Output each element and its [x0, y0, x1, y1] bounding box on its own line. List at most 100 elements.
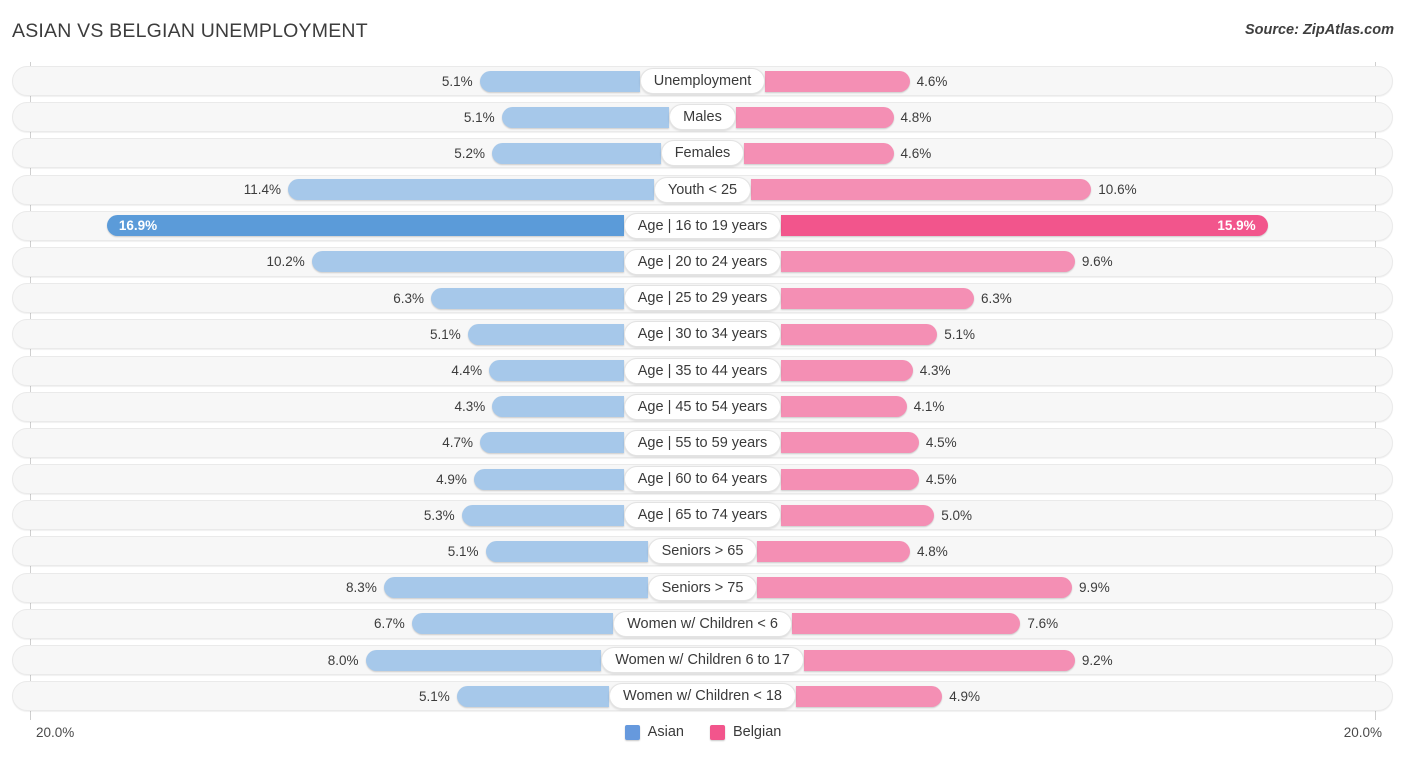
row-right-side: 4.3%	[781, 360, 1393, 381]
bar-belgian	[791, 613, 1021, 635]
value-label-belgian: 9.6%	[1081, 254, 1113, 270]
row-lane: 4.4% Age | 35 to 44 years 4.3%	[12, 356, 1393, 386]
row-right-side: 9.2%	[803, 649, 1393, 671]
chart-row: 5.1% Seniors > 65 4.8%	[0, 534, 1406, 570]
chart-row: 11.4% Youth < 25 10.6%	[0, 173, 1406, 209]
value-label-asian: 4.7%	[442, 435, 473, 451]
value-label-asian: 4.9%	[436, 471, 467, 487]
bar-asian	[383, 577, 648, 599]
chart-row: 4.3% Age | 45 to 54 years 4.1%	[0, 390, 1406, 426]
value-label-belgian: 4.3%	[919, 363, 951, 378]
row-left-side: 8.3%	[12, 577, 648, 599]
value-label-belgian: 4.9%	[949, 688, 980, 704]
row-right-side: 4.6%	[744, 142, 1393, 164]
bar-asian	[288, 179, 654, 201]
row-right-side: 6.3%	[781, 287, 1393, 309]
row-right-side: 4.5%	[781, 432, 1393, 454]
page-title: ASIAN VS BELGIAN UNEMPLOYMENT	[12, 20, 368, 42]
chart-page: ASIAN VS BELGIAN UNEMPLOYMENT Source: Zi…	[0, 0, 1406, 757]
row-lane: 4.3% Age | 45 to 54 years 4.1%	[12, 392, 1393, 422]
value-label-asian: 5.1%	[447, 543, 479, 559]
legend-item[interactable]: Asian	[624, 724, 684, 740]
bar-asian	[456, 685, 610, 707]
value-label-asian: 16.9%	[118, 218, 158, 234]
row-right-side: 5.0%	[781, 504, 1393, 526]
bar-belgian	[803, 649, 1075, 671]
row-category-label: Seniors > 65	[647, 538, 758, 565]
value-label-asian: 8.3%	[346, 580, 377, 596]
row-category-label: Age | 25 to 29 years	[623, 285, 782, 312]
bar-belgian: 15.9%	[781, 215, 1268, 237]
value-label-asian: 5.1%	[419, 688, 450, 704]
row-category-label: Women w/ Children 6 to 17	[601, 647, 804, 673]
row-lane: 5.1% Unemployment 4.6%	[12, 66, 1393, 96]
value-label-asian: 4.3%	[454, 399, 486, 415]
value-label-belgian: 4.5%	[925, 471, 957, 487]
row-lane: 5.1% Women w/ Children < 18 4.9%	[12, 681, 1393, 711]
row-left-side: 5.1%	[12, 540, 648, 562]
chart-row: 6.7% Women w/ Children < 6 7.6%	[0, 607, 1406, 643]
row-lane: 16.9% Age | 16 to 19 years 15.9%	[12, 211, 1393, 241]
bar-belgian	[744, 142, 894, 164]
row-left-side: 8.0%	[12, 649, 602, 671]
row-lane: 5.1% Males 4.8%	[12, 102, 1393, 132]
row-category-label: Women w/ Children < 6	[613, 610, 792, 637]
bar-belgian	[781, 251, 1075, 273]
chart-row: 4.9% Age | 60 to 64 years 4.5%	[0, 462, 1406, 498]
row-right-side: 4.5%	[781, 468, 1393, 490]
row-category-label: Youth < 25	[653, 176, 752, 203]
value-label-belgian: 4.5%	[925, 435, 957, 451]
chart-row: 10.2% Age | 20 to 24 years 9.6%	[0, 245, 1406, 281]
row-category-label: Unemployment	[639, 68, 766, 94]
chart-row: 4.7% Age | 55 to 59 years 4.5%	[0, 426, 1406, 462]
value-label-belgian: 4.6%	[916, 73, 948, 89]
legend-item[interactable]: Belgian	[709, 724, 781, 740]
row-lane: 5.1% Age | 30 to 34 years 5.1%	[12, 319, 1393, 349]
row-lane: 4.9% Age | 60 to 64 years 4.5%	[12, 464, 1393, 494]
bar-belgian	[765, 70, 910, 92]
bar-asian	[365, 649, 602, 671]
row-lane: 4.7% Age | 55 to 59 years 4.5%	[12, 428, 1393, 458]
row-category-label: Age | 16 to 19 years	[623, 212, 782, 239]
bar-asian	[311, 251, 624, 273]
row-lane: 6.7% Women w/ Children < 6 7.6%	[12, 609, 1393, 639]
row-left-side: 5.1%	[12, 685, 610, 707]
chart-row: 16.9% Age | 16 to 19 years 15.9%	[0, 209, 1406, 245]
chart-rows: 5.1% Unemployment 4.6% 5.1% Males 4.8% 5.2% Fem…	[0, 64, 1406, 715]
chart-row: 6.3% Age | 25 to 29 years 6.3%	[0, 281, 1406, 317]
value-label-asian: 11.4%	[243, 182, 282, 198]
row-category-label: Females	[660, 140, 745, 167]
chart-row: 5.2% Females 4.6%	[0, 136, 1406, 172]
bar-belgian	[781, 396, 907, 418]
row-left-side: 4.3%	[12, 396, 624, 418]
chart-row: 8.3% Seniors > 75 9.9%	[0, 571, 1406, 607]
row-category-label: Age | 20 to 24 years	[623, 248, 782, 275]
value-label-belgian: 9.2%	[1081, 652, 1113, 668]
row-right-side: 4.9%	[795, 685, 1393, 707]
chart-plot-area: 5.1% Unemployment 4.6% 5.1% Males 4.8% 5.2% Fem…	[0, 58, 1406, 720]
value-label-asian: 5.3%	[423, 507, 455, 523]
bar-asian	[479, 70, 640, 92]
row-category-label: Age | 35 to 44 years	[623, 357, 782, 384]
bar-asian	[411, 613, 614, 635]
bar-asian	[492, 142, 661, 164]
bar-belgian	[781, 468, 919, 490]
value-label-asian: 8.0%	[327, 652, 359, 668]
legend-label: Asian	[647, 724, 684, 740]
row-category-label: Age | 45 to 54 years	[623, 393, 782, 420]
bar-belgian	[757, 540, 910, 562]
chart-row: 8.0% Women w/ Children 6 to 17 9.2%	[0, 643, 1406, 679]
chart-footer: 20.0% 20.0% Asian Belgian	[0, 718, 1406, 757]
value-label-asian: 6.3%	[393, 290, 425, 306]
bar-asian	[501, 106, 670, 128]
bar-asian	[473, 468, 624, 490]
row-left-side: 5.2%	[12, 142, 661, 164]
source-attribution: Source: ZipAtlas.com	[1244, 22, 1394, 38]
row-right-side: 4.8%	[757, 540, 1393, 562]
row-lane: 6.3% Age | 25 to 29 years 6.3%	[12, 283, 1393, 313]
bar-asian	[489, 360, 624, 381]
chart-row: 5.1% Age | 30 to 34 years 5.1%	[0, 317, 1406, 353]
row-lane: 10.2% Age | 20 to 24 years 9.6%	[12, 247, 1393, 277]
row-lane: 5.1% Seniors > 65 4.8%	[12, 536, 1393, 566]
row-right-side: 4.6%	[765, 70, 1393, 92]
